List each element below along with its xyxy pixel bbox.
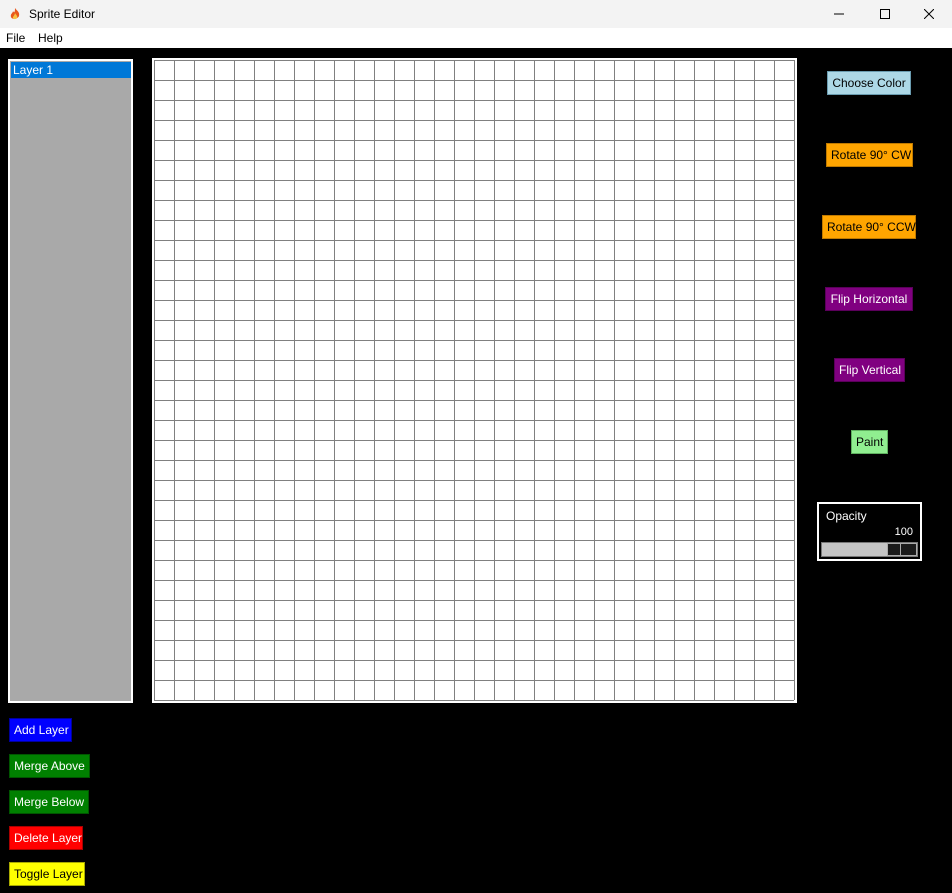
opacity-slider[interactable] — [821, 542, 918, 557]
close-button[interactable] — [906, 0, 952, 28]
menu-bar: File Help — [0, 28, 952, 48]
rotate-cw-button[interactable]: Rotate 90° CW — [826, 143, 913, 167]
canvas-grid[interactable] — [152, 58, 797, 703]
flip-vertical-button[interactable]: Flip Vertical — [834, 358, 905, 382]
toggle-layer-button[interactable]: Toggle Layer — [9, 862, 85, 886]
close-icon — [924, 9, 934, 19]
minimize-button[interactable] — [816, 0, 862, 28]
maximize-button[interactable] — [862, 0, 908, 28]
opacity-control: Opacity 100 — [817, 502, 922, 561]
maximize-icon — [880, 9, 890, 19]
window-title: Sprite Editor — [29, 7, 96, 21]
flip-horizontal-button[interactable]: Flip Horizontal — [825, 287, 913, 311]
flame-icon — [10, 8, 20, 20]
rotate-ccw-button[interactable]: Rotate 90° CCW — [822, 215, 916, 239]
add-layer-button[interactable]: Add Layer — [9, 718, 72, 742]
paint-button[interactable]: Paint — [851, 430, 888, 454]
choose-color-button[interactable]: Choose Color — [827, 71, 911, 95]
layer-list[interactable]: Layer 1 — [8, 59, 133, 703]
minimize-icon — [834, 13, 844, 15]
opacity-slider-thumb[interactable] — [887, 543, 917, 556]
opacity-label: Opacity — [826, 509, 867, 523]
merge-below-button[interactable]: Merge Below — [9, 790, 89, 814]
menu-help[interactable]: Help — [38, 31, 63, 45]
merge-above-button[interactable]: Merge Above — [9, 754, 90, 778]
delete-layer-button[interactable]: Delete Layer — [9, 826, 83, 850]
title-bar: Sprite Editor — [0, 0, 952, 28]
menu-file[interactable]: File — [6, 31, 25, 45]
opacity-value: 100 — [894, 526, 913, 538]
layer-item-1[interactable]: Layer 1 — [11, 62, 131, 78]
pixel-canvas[interactable] — [152, 58, 797, 703]
